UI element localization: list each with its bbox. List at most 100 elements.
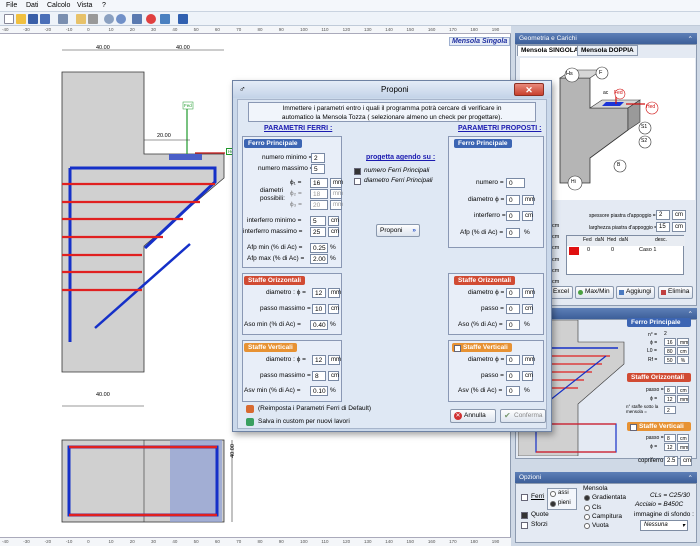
p-numero-input[interactable]: 0 <box>506 178 525 188</box>
row-selector[interactable] <box>569 247 579 255</box>
ruler-tick-label: 10 <box>108 539 114 544</box>
tab-mensola-doppia[interactable]: Mensola DOPPIA <box>577 45 638 56</box>
menu-help[interactable]: ? <box>102 2 106 9</box>
proposto-sv-checkbox[interactable] <box>454 345 461 352</box>
phi3-input[interactable]: 20 <box>310 200 328 210</box>
print-icon[interactable] <box>132 14 142 24</box>
numero-massimo-input[interactable]: 5 <box>311 164 325 174</box>
p-interferro-input[interactable]: 0 <box>506 211 520 221</box>
maxmin-button[interactable]: Max/Min <box>575 286 614 299</box>
campitura-radio[interactable] <box>584 514 590 520</box>
sforzi-checkbox[interactable] <box>521 522 528 529</box>
so-passo-input[interactable]: 8 <box>664 386 676 394</box>
afp-min-label: Afp min (% di Ac) = <box>247 244 303 251</box>
open-folder-icon[interactable] <box>16 14 26 24</box>
p-diametro-input[interactable]: 0 <box>506 195 520 205</box>
menu-file[interactable]: File <box>6 2 17 9</box>
dim-mid: 20.00 <box>157 133 171 139</box>
opzioni-header: Opzioni ⌃ <box>515 472 697 483</box>
dialog-titlebar[interactable]: ♂ Proponi ✕ <box>233 81 551 98</box>
gradientata-radio[interactable] <box>584 495 590 501</box>
p-so-diam-input[interactable]: 0 <box>506 288 520 298</box>
sv-checkbox[interactable] <box>630 424 637 431</box>
proponi-button[interactable]: Proponi » <box>376 224 420 237</box>
reimposta-link[interactable]: (Reimposta i Parametri Ferri di Default) <box>258 405 371 412</box>
salva-link[interactable]: Salva in custom per nuovi lavori <box>258 418 350 425</box>
ruler-tick-label: 170 <box>449 539 457 544</box>
sv-passo-label: passo massimo = <box>260 372 311 379</box>
numero-minimo-input[interactable]: 2 <box>311 153 325 163</box>
phi2-input[interactable]: 18 <box>310 189 328 199</box>
ruler-tick-label: 190 <box>491 539 500 544</box>
globe-icon[interactable] <box>116 14 126 24</box>
undo-icon[interactable] <box>58 14 68 24</box>
copriferro-input[interactable]: 2.5 <box>664 456 678 466</box>
so-passo-input[interactable]: 10 <box>312 304 326 314</box>
close-button[interactable]: ✕ <box>514 83 544 96</box>
edit-icon[interactable] <box>76 14 86 24</box>
larghezza-input[interactable]: 15 <box>656 222 670 232</box>
collapse-icon[interactable]: ⌃ <box>688 310 693 318</box>
spessore-input[interactable]: 2 <box>656 210 670 220</box>
fp-l0-input[interactable]: 80 <box>664 347 676 355</box>
p-so-passo-input[interactable]: 0 <box>506 304 520 314</box>
report-icon[interactable] <box>160 14 170 24</box>
sv-asv-input[interactable]: 0.10 <box>310 386 328 396</box>
dialog-body: Immettere i parametri entro i quali il p… <box>237 99 547 429</box>
phi1-input[interactable]: 16 <box>310 178 328 188</box>
p-so-passo-label: passo = <box>481 305 504 312</box>
so-n-input[interactable]: 2 <box>664 406 676 414</box>
p-sv-asv-input[interactable]: 0 <box>506 386 520 396</box>
percent-icon[interactable] <box>88 14 98 24</box>
gear-icon[interactable] <box>104 14 114 24</box>
so-diam-input[interactable]: 12 <box>312 288 326 298</box>
menu-calcolo[interactable]: Calcolo <box>47 2 70 9</box>
aggiungi-button[interactable]: Aggiungi <box>616 286 656 299</box>
new-file-icon[interactable] <box>4 14 14 24</box>
reset-icon[interactable] <box>246 405 254 413</box>
menu-dati[interactable]: Dati <box>26 2 38 9</box>
cls-radio[interactable] <box>584 505 590 511</box>
cls-label: Cls <box>592 504 602 511</box>
interferro-min-input[interactable]: 5 <box>310 216 326 226</box>
interferro-max-input[interactable]: 25 <box>310 227 326 237</box>
p-sv-passo-input[interactable]: 0 <box>506 371 520 381</box>
conferma-button[interactable]: ✔ Conferma <box>500 409 546 423</box>
table-row[interactable]: 0 0 Caso 1 <box>567 246 685 256</box>
sv-phi-input[interactable]: 12 <box>664 443 676 451</box>
afp-max-input[interactable]: 2.00 <box>310 254 328 264</box>
diametro-ferri-checkbox[interactable] <box>354 178 361 185</box>
so-phi-input[interactable]: 12 <box>664 395 676 403</box>
sv-passo-input[interactable]: 8 <box>664 434 676 442</box>
p-so-aso-input[interactable]: 0 <box>506 320 520 330</box>
numero-ferri-checkbox[interactable] <box>354 168 361 175</box>
afp-min-input[interactable]: 0.25 <box>310 243 328 253</box>
annulla-button[interactable]: ✕ Annulla <box>450 409 496 423</box>
shield-icon[interactable] <box>178 14 188 24</box>
ferri-checkbox[interactable] <box>521 494 528 501</box>
save-as-icon[interactable] <box>40 14 50 24</box>
p-sv-diam-input[interactable]: 0 <box>506 355 520 365</box>
so-aso-input[interactable]: 0.40 <box>310 320 328 330</box>
ruler-tick-label: 100 <box>300 539 308 544</box>
sfondo-select[interactable]: Nessuna ▾ <box>640 520 688 531</box>
ruler-tick-label: 50 <box>193 539 199 544</box>
collapse-icon[interactable]: ⌃ <box>688 474 693 482</box>
menu-vista[interactable]: Vista <box>77 2 92 9</box>
quote-checkbox[interactable] <box>521 512 528 519</box>
tab-mensola-singola[interactable]: Mensola SINGOLA <box>517 45 583 56</box>
p-afp-input[interactable]: 0 <box>506 228 520 238</box>
pieni-radio[interactable] <box>550 501 556 507</box>
loads-table[interactable]: Fed daN Hed daN desc. 0 0 Caso 1 <box>566 235 685 275</box>
elimina-button[interactable]: Elimina <box>658 286 694 299</box>
assi-radio[interactable] <box>550 491 556 497</box>
collapse-icon[interactable]: ⌃ <box>688 35 693 43</box>
sv-passo-input[interactable]: 8 <box>312 371 326 381</box>
vuota-radio[interactable] <box>584 523 590 529</box>
fp-rf-input[interactable]: 50 <box>664 356 676 364</box>
sv-diam-input[interactable]: 12 <box>312 355 326 365</box>
fp-phi-input[interactable]: 16 <box>664 338 676 346</box>
save-icon[interactable] <box>28 14 38 24</box>
save-icon[interactable] <box>246 418 254 426</box>
color-icon[interactable] <box>146 14 156 24</box>
